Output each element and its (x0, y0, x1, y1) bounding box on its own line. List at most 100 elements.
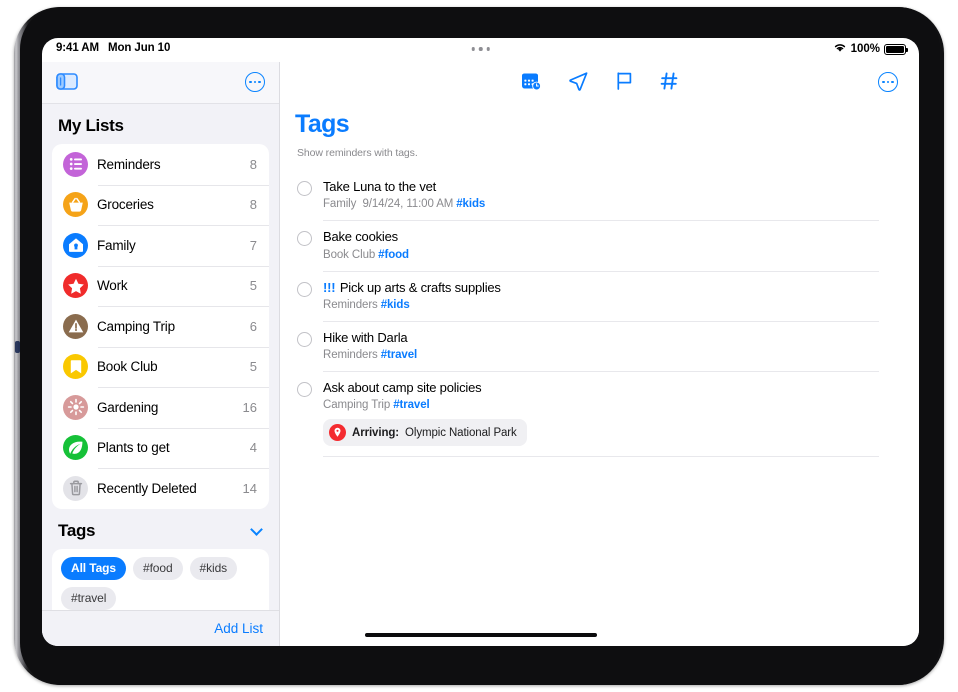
reminder-list-name: Camping Trip (323, 399, 391, 412)
sidebar-list-item-book-club[interactable]: Book Club 5 (52, 346, 269, 388)
sidebar-list-count: 5 (249, 278, 257, 294)
page-subtitle: Show reminders with tags. (297, 147, 418, 159)
multitasking-handle-icon[interactable] (471, 47, 490, 51)
main-panel: Tags Show reminders with tags. Take Luna… (281, 62, 919, 646)
tablet-screen: 9:41 AM Mon Jun 10 100% My Lists Reminde… (42, 38, 919, 646)
sidebar-list-item-groceries[interactable]: Groceries 8 (52, 184, 269, 226)
trash-icon (63, 475, 88, 501)
reminder-list-name: Book Club (323, 248, 376, 261)
volume-button[interactable] (15, 341, 20, 353)
status-time: 9:41 AM (56, 42, 99, 54)
battery-full-icon (884, 43, 909, 55)
reminder-tag[interactable]: #food (378, 249, 409, 261)
sidebar-list-count: 6 (249, 318, 257, 334)
sidebar-list-item-family[interactable]: Family 7 (52, 225, 269, 266)
sidebar-scroll-area: My Lists Reminders 8 Groceries 8 Family 7 Wo… (42, 104, 279, 610)
reminder-location-badge: Arriving: Olympic National Park (323, 419, 527, 447)
reminder-title: Ask about camp site policies (323, 380, 879, 396)
tag-chip-travel[interactable]: #travel (61, 586, 117, 610)
my-lists-heading: My Lists (58, 116, 124, 135)
reminder-body: !!! Pick up arts & crafts supplies Remind… (323, 280, 879, 311)
reminder-title-text: Pick up arts & crafts supplies (339, 279, 501, 295)
reminder-title-text: Bake cookies (323, 229, 398, 245)
tags-chips-card: All Tags #food #kids #travel (52, 548, 269, 610)
reminder-checkbox[interactable] (297, 281, 312, 297)
tags-heading: Tags (58, 520, 96, 540)
reminder-tag[interactable]: #kids (381, 299, 410, 311)
more-circle-icon[interactable] (245, 72, 265, 92)
reminder-meta: Book Club #food (323, 249, 879, 261)
basket-icon (63, 192, 88, 218)
sidebar-list-label: Work (97, 278, 128, 294)
reminder-tag[interactable]: #kids (456, 198, 485, 210)
reminder-row[interactable]: Ask about camp site policies Camping Trip… (297, 371, 879, 456)
reminder-title: Take Luna to the vet (323, 179, 879, 195)
reminder-priority-flag: !!! (323, 279, 336, 295)
sidebar-list-item-work[interactable]: Work 5 (52, 265, 269, 307)
sidebar-list-count: 7 (249, 237, 257, 253)
tag-chip-kids[interactable]: #kids (189, 556, 238, 580)
sidebar-list-item-recently-deleted[interactable]: Recently Deleted 14 (52, 468, 269, 509)
reminder-title-text: Take Luna to the vet (323, 179, 437, 194)
sidebar-list-count: 16 (242, 399, 257, 415)
sidebar-list-item-gardening[interactable]: Gardening 16 (52, 387, 269, 428)
sidebar-list-item-camping-trip[interactable]: Camping Trip 6 (52, 306, 269, 347)
home-indicator[interactable] (364, 632, 597, 637)
reminder-list-name: Reminders (323, 349, 378, 361)
reminder-checkbox[interactable] (297, 231, 312, 247)
battery-percent-label: 100% (850, 43, 880, 55)
reminder-checkbox[interactable] (297, 331, 312, 347)
reminder-checkbox[interactable] (297, 181, 312, 196)
sidebar: My Lists Reminders 8 Groceries 8 Family 7 Wo… (42, 62, 280, 646)
page-title: Tags (295, 110, 350, 138)
reminder-title: Bake cookies (323, 229, 879, 245)
bookmark-icon (63, 354, 88, 380)
house-icon (63, 232, 88, 258)
reminder-title: !!! Pick up arts & crafts supplies (323, 280, 879, 296)
reminder-row[interactable]: !!! Pick up arts & crafts supplies Remind… (297, 270, 879, 321)
reminder-row[interactable]: Hike with Darla Reminders #travel (297, 320, 879, 371)
reminder-title-text: Hike with Darla (323, 329, 408, 345)
location-pin-icon (329, 424, 346, 442)
sidebar-list-count: 8 (249, 156, 257, 172)
flag-icon[interactable] (615, 71, 634, 96)
reminder-list-name: Family (323, 198, 357, 211)
sidebar-list-item-reminders[interactable]: Reminders 8 (52, 144, 269, 185)
chevron-down-icon[interactable] (252, 525, 263, 532)
more-circle-icon[interactable] (878, 72, 898, 92)
badge-value: Olympic National Park (405, 426, 517, 439)
sidebar-list-label: Recently Deleted (97, 480, 197, 496)
tag-chip-all-tags[interactable]: All Tags (61, 556, 126, 580)
reminder-checkbox[interactable] (297, 382, 312, 397)
reminder-meta: Reminders #travel (323, 349, 879, 361)
location-arrow-icon[interactable] (568, 71, 589, 96)
sidebar-list-label: Reminders (97, 156, 161, 172)
sidebar-list-label: Gardening (97, 399, 159, 415)
calendar-clock-icon[interactable] (521, 71, 542, 96)
tags-section-header: Tags (42, 509, 279, 549)
sidebar-list-label: Book Club (97, 359, 158, 375)
sidebar-list-label: Plants to get (97, 440, 170, 456)
status-date: Mon Jun 10 (107, 42, 171, 54)
reminder-meta: Reminders #kids (323, 299, 879, 311)
reminder-tag[interactable]: #travel (393, 399, 429, 411)
reminder-row[interactable]: Bake cookies Book Club #food (297, 220, 879, 270)
tag-chip-food[interactable]: #food (133, 556, 183, 580)
reminder-tag[interactable]: #travel (381, 349, 417, 361)
sidebar-list-label: Family (97, 237, 136, 253)
reminder-body: Ask about camp site policies Camping Trip… (323, 380, 879, 447)
main-toolbar (281, 62, 919, 104)
star-icon (63, 273, 88, 299)
hash-icon[interactable] (660, 71, 679, 96)
sidebar-list-label: Camping Trip (97, 318, 175, 334)
sidebar-list-count: 8 (249, 197, 257, 213)
reminder-row[interactable]: Take Luna to the vet Family 9/14/24, 11:0… (297, 170, 879, 220)
sidebar-list-count: 14 (242, 480, 257, 496)
sidebar-list-item-plants-to-get[interactable]: Plants to get 4 (52, 427, 269, 469)
add-list-button[interactable]: Add List (214, 621, 263, 636)
sidebar-toggle-icon[interactable] (56, 73, 78, 90)
reminder-body: Hike with Darla Reminders #travel (323, 330, 879, 361)
status-bar: 9:41 AM Mon Jun 10 100% (42, 38, 919, 62)
tent-icon (63, 313, 88, 339)
list-bullet-icon (63, 151, 88, 177)
